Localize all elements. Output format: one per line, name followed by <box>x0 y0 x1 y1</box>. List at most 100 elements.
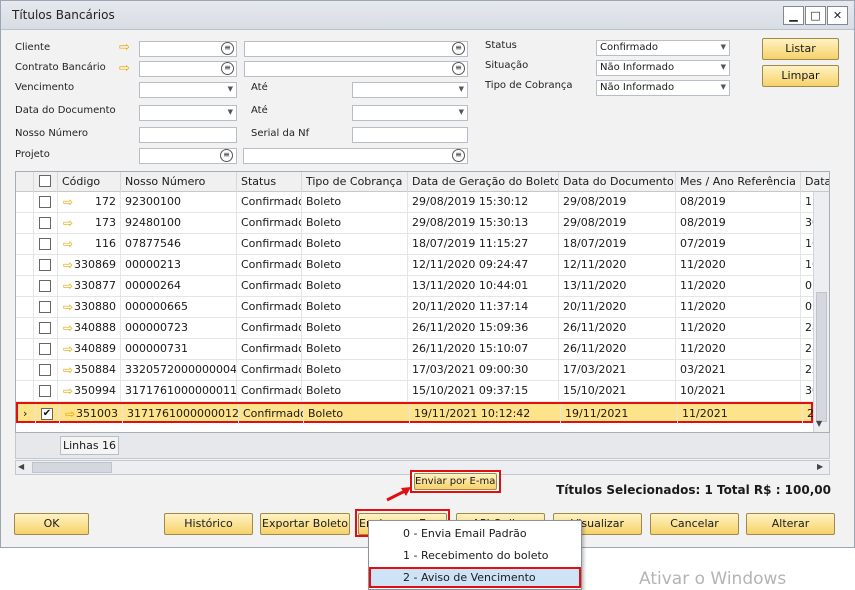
ok-button[interactable]: OK <box>14 513 89 535</box>
close-button[interactable]: ✕ <box>827 6 848 25</box>
row-checkbox-cell[interactable] <box>34 318 58 338</box>
cancelar-button[interactable]: Cancelar <box>650 513 739 535</box>
row-checkbox-cell[interactable]: ✔ <box>36 404 60 424</box>
scroll-down-icon[interactable]: ▼ <box>816 419 822 428</box>
limpar-button[interactable]: Limpar <box>762 65 839 87</box>
link-arrow-icon[interactable]: ⇨ <box>65 407 75 421</box>
choose-from-list-icon[interactable]: ≡ <box>452 149 465 162</box>
horizontal-scroll-thumb[interactable] <box>32 462 112 473</box>
minimize-button[interactable]: ▁ <box>783 6 804 25</box>
alterar-button[interactable]: Alterar <box>746 513 835 535</box>
table-row[interactable]: ⇨ 172 92300100 Confirmado Boleto 29/08/2019 1… <box>16 192 819 213</box>
choose-from-list-icon[interactable]: ≡ <box>221 42 234 55</box>
header-status[interactable]: Status <box>237 172 302 192</box>
table-row[interactable]: ⇨ 340888 000000723 Confirmado Boleto 26/11/20… <box>16 318 819 339</box>
row-checkbox-cell[interactable] <box>34 255 58 275</box>
historico-button[interactable]: Histórico <box>164 513 253 535</box>
header-tipo-cobranca[interactable]: Tipo de Cobrança <box>302 172 408 192</box>
cliente-name-input[interactable] <box>244 41 468 57</box>
tipo-cobranca-select[interactable]: Não Informado ▼ <box>596 80 730 96</box>
link-arrow-icon[interactable]: ⇨ <box>63 195 73 209</box>
row-checkbox-cell[interactable] <box>34 297 58 317</box>
link-arrow-icon[interactable]: ⇨ <box>63 279 73 293</box>
scroll-left-icon[interactable]: ◀ <box>18 462 24 471</box>
link-arrow-icon[interactable]: ⇨ <box>63 258 73 272</box>
listar-button[interactable]: Listar <box>762 38 839 60</box>
select-all-checkbox[interactable] <box>39 175 51 187</box>
row-selector[interactable] <box>16 360 34 380</box>
row-checkbox-cell[interactable] <box>34 192 58 212</box>
table-row[interactable]: ⇨ 116 07877546 Confirmado Boleto 18/07/2019 1… <box>16 234 819 255</box>
table-row[interactable]: ⇨ 350994 31717610000000118 Confirmado Boleto… <box>16 381 819 402</box>
row-checkbox[interactable] <box>39 196 51 208</box>
header-data-documento[interactable]: Data do Documento <box>559 172 676 192</box>
row-selector[interactable] <box>16 213 34 233</box>
table-row[interactable]: › ✔ ⇨ 351003 31717610000000125 Confirmado Bole… <box>16 402 821 424</box>
table-row[interactable]: ⇨ 330877 00000264 Confirmado Boleto 13/11/202… <box>16 276 819 297</box>
link-arrow-icon[interactable]: ⇨ <box>63 384 73 398</box>
header-nosso-numero[interactable]: Nosso Número <box>121 172 237 192</box>
row-selector[interactable] <box>16 234 34 254</box>
header-codigo[interactable]: Código <box>58 172 121 192</box>
vencimento-from-input[interactable]: ▼ <box>139 82 237 98</box>
row-checkbox-cell[interactable] <box>34 381 58 401</box>
link-arrow-icon[interactable]: ⇨ <box>119 41 130 54</box>
contrato-name-input[interactable] <box>244 61 468 77</box>
row-selector[interactable] <box>16 297 34 317</box>
select-all-header[interactable] <box>34 172 58 192</box>
data-documento-to-input[interactable]: ▼ <box>352 105 468 121</box>
choose-from-list-icon[interactable]: ≡ <box>452 62 465 75</box>
vencimento-to-input[interactable]: ▼ <box>352 82 468 98</box>
table-row[interactable]: ⇨ 330880 000000665 Confirmado Boleto 20/11/20… <box>16 297 819 318</box>
row-checkbox[interactable] <box>39 217 51 229</box>
row-selector[interactable] <box>16 318 34 338</box>
scroll-right-icon[interactable]: ▶ <box>817 462 823 471</box>
choose-from-list-icon[interactable]: ≡ <box>221 62 234 75</box>
link-arrow-icon[interactable]: ⇨ <box>63 342 73 356</box>
table-row[interactable]: ⇨ 340889 000000731 Confirmado Boleto 26/11/20… <box>16 339 819 360</box>
row-selector[interactable] <box>16 339 34 359</box>
row-checkbox[interactable] <box>39 385 51 397</box>
menu-item-envia-email-padrao[interactable]: 0 - Envia Email Padrão <box>369 523 581 544</box>
header-data[interactable]: Data <box>801 172 829 192</box>
choose-from-list-icon[interactable]: ≡ <box>220 149 233 162</box>
row-checkbox[interactable] <box>39 280 51 292</box>
row-checkbox[interactable] <box>39 238 51 250</box>
row-checkbox[interactable] <box>39 343 51 355</box>
menu-item-aviso-vencimento[interactable]: 2 - Aviso de Vencimento <box>369 567 581 588</box>
header-data-geracao[interactable]: Data de Geração do Boleto <box>408 172 559 192</box>
header-mes-ano-referencia[interactable]: Mes / Ano Referência <box>676 172 801 192</box>
table-row[interactable]: ⇨ 330869 00000213 Confirmado Boleto 12/11/202… <box>16 255 819 276</box>
row-selector[interactable] <box>16 255 34 275</box>
row-checkbox-cell[interactable] <box>34 360 58 380</box>
vertical-scroll-thumb[interactable] <box>816 292 827 422</box>
row-checkbox[interactable] <box>39 322 51 334</box>
nosso-numero-input[interactable] <box>139 127 237 143</box>
vertical-scrollbar[interactable]: ▼ <box>813 192 829 432</box>
data-documento-from-input[interactable]: ▼ <box>139 105 237 121</box>
row-checkbox-cell[interactable] <box>34 339 58 359</box>
row-selector[interactable]: › <box>18 404 36 424</box>
row-checkbox[interactable] <box>39 364 51 376</box>
row-checkbox[interactable]: ✔ <box>41 408 53 420</box>
menu-item-recebimento-boleto[interactable]: 1 - Recebimento do boleto <box>369 545 581 566</box>
link-arrow-icon[interactable]: ⇨ <box>63 216 73 230</box>
row-selector[interactable] <box>16 276 34 296</box>
link-arrow-icon[interactable]: ⇨ <box>63 237 73 251</box>
row-checkbox-cell[interactable] <box>34 234 58 254</box>
row-selector[interactable] <box>16 192 34 212</box>
row-checkbox[interactable] <box>39 259 51 271</box>
table-row[interactable]: ⇨ 173 92480100 Confirmado Boleto 29/08/2019 1… <box>16 213 819 234</box>
maximize-button[interactable]: □ <box>805 6 826 25</box>
serial-nf-input[interactable] <box>352 127 468 143</box>
link-arrow-icon[interactable]: ⇨ <box>63 300 73 314</box>
link-arrow-icon[interactable]: ⇨ <box>119 62 130 75</box>
projeto-name-input[interactable] <box>243 148 468 164</box>
exportar-boleto-button[interactable]: Exportar Boleto <box>260 513 350 535</box>
row-checkbox-cell[interactable] <box>34 213 58 233</box>
link-arrow-icon[interactable]: ⇨ <box>63 363 73 377</box>
link-arrow-icon[interactable]: ⇨ <box>63 321 73 335</box>
situacao-select[interactable]: Não Informado ▼ <box>596 60 730 76</box>
row-checkbox-cell[interactable] <box>34 276 58 296</box>
choose-from-list-icon[interactable]: ≡ <box>452 42 465 55</box>
